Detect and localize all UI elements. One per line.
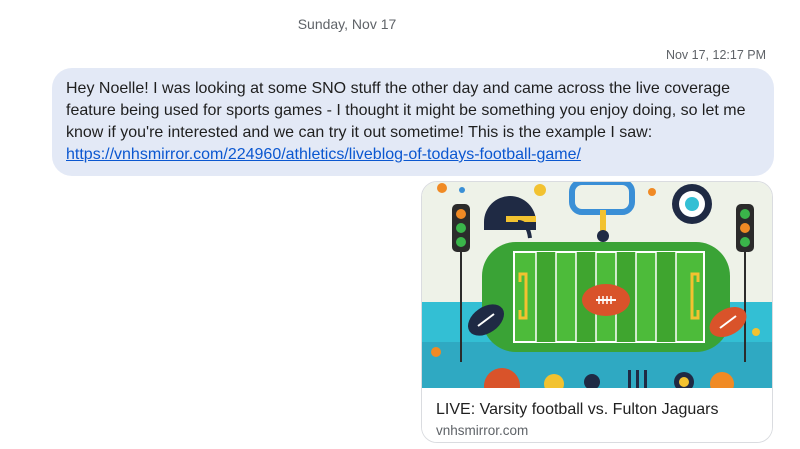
message-timestamp: Nov 17, 12:17 PM <box>665 48 766 62</box>
link-preview-card[interactable]: LIVE: Varsity football vs. Fulton Jaguar… <box>421 181 773 443</box>
message-link[interactable]: https://vnhsmirror.com/224960/athletics/… <box>66 146 581 163</box>
link-preview-domain: vnhsmirror.com <box>436 423 529 438</box>
message-text: Hey Noelle! I was looking at some SNO st… <box>66 80 746 141</box>
link-preview-caption: LIVE: Varsity football vs. Fulton Jaguar… <box>422 388 772 442</box>
message-bubble[interactable]: Hey Noelle! I was looking at some SNO st… <box>52 68 774 176</box>
football-field-illustration <box>422 182 772 388</box>
link-preview-title: LIVE: Varsity football vs. Fulton Jaguar… <box>436 401 719 418</box>
date-header: Sunday, Nov 17 <box>297 16 397 32</box>
